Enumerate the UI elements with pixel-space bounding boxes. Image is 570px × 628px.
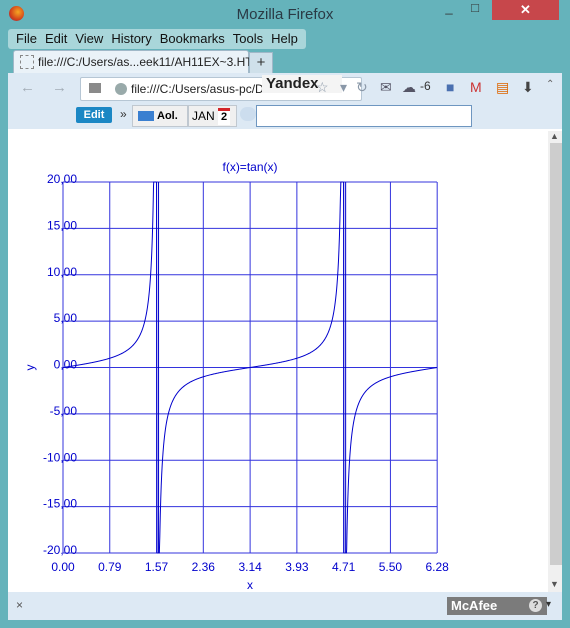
- x-tick-label: 0.79: [98, 560, 122, 574]
- x-tick-label: 3.14: [238, 560, 262, 574]
- url-text[interactable]: file:///C:/Users/asus-pc/D: [131, 82, 264, 96]
- x-tick-label: 2.36: [192, 560, 216, 574]
- new-tab-button[interactable]: +: [249, 52, 273, 74]
- menu-bookmarks[interactable]: Bookmarks: [156, 29, 229, 49]
- menu-view[interactable]: View: [71, 29, 107, 49]
- x-tick-label: 1.57: [145, 560, 169, 574]
- status-dropdown-icon[interactable]: ▾: [546, 599, 551, 610]
- x-tick-label: 3.93: [285, 560, 309, 574]
- menu-help[interactable]: Help: [267, 29, 302, 49]
- tan-chart: 0.00 0.79 1.57 2.36 3.14 3.93 4.71 5.50 6.28 20,0…: [23, 160, 449, 592]
- navigation-bar: ← → file:///C:/Users/asus-pc/D Yandex ☆ …: [8, 73, 562, 103]
- mail-icon[interactable]: ✉: [380, 79, 392, 96]
- page-content: 0.00 0.79 1.57 2.36 3.14 3.93 4.71 5.50 6.28 20,0…: [8, 129, 562, 592]
- x-tick-label: 6.28: [425, 560, 449, 574]
- news-icon[interactable]: ▤: [496, 79, 509, 96]
- facebook-icon[interactable]: ■: [446, 79, 454, 95]
- calendar-day: 2: [218, 108, 231, 126]
- weather-cloud-icon[interactable]: ☁: [402, 79, 416, 96]
- folder-icon: [89, 83, 101, 93]
- minimize-button[interactable]: _: [437, 0, 461, 20]
- calendar-button[interactable]: JAN 2: [188, 105, 237, 127]
- x-axis-label: x: [247, 578, 253, 592]
- vertical-scrollbar[interactable]: ▲ ▼: [548, 131, 562, 592]
- chart-title: f(x)=tan(x): [222, 160, 277, 174]
- more-chevron[interactable]: »: [120, 107, 127, 121]
- yandex-search-engine[interactable]: Yandex: [262, 75, 342, 93]
- gmail-icon[interactable]: M: [470, 79, 482, 95]
- close-button[interactable]: ✕: [492, 0, 559, 20]
- x-tick-label: 4.71: [332, 560, 356, 574]
- y-tick-label: 5,00: [54, 311, 78, 325]
- globe-icon: [115, 83, 127, 95]
- x-tick-label: 5.50: [379, 560, 403, 574]
- dropdown-icon[interactable]: ▾: [340, 79, 347, 96]
- scroll-up-icon[interactable]: ▲: [550, 131, 559, 141]
- y-tick-label: -15,00: [43, 497, 77, 511]
- tab-strip: file:///C:/Users/as...eek11/AH11EX~3.HTM…: [8, 50, 563, 74]
- help-icon[interactable]: ?: [529, 599, 542, 612]
- menu-bar: File Edit View History Bookmarks Tools H…: [8, 29, 306, 49]
- mcafee-button[interactable]: McAfee ?: [447, 597, 547, 615]
- aol-mail-button[interactable]: Aol.: [132, 105, 188, 127]
- y-tick-label: 20,00: [47, 172, 77, 186]
- menu-file[interactable]: File: [12, 29, 41, 49]
- y-tick-label: -10,00: [43, 450, 77, 464]
- collapse-icon[interactable]: ⌃: [546, 79, 554, 90]
- calendar-month: JAN: [192, 109, 215, 123]
- title-bar: Mozilla Firefox _ □ ✕: [0, 0, 570, 30]
- x-tick-label: 0.00: [51, 560, 75, 574]
- envelope-icon: [138, 111, 154, 122]
- y-tick-label: -20,00: [43, 543, 77, 557]
- toolbar-search-input[interactable]: [256, 105, 472, 127]
- y-tick-label: 15,00: [47, 218, 77, 232]
- bookmarks-toolbar: Edit » Aol. JAN 2: [8, 103, 562, 129]
- yandex-label: Yandex: [266, 75, 319, 92]
- page-icon: [20, 55, 34, 69]
- forward-button[interactable]: →: [52, 79, 67, 96]
- close-addon-bar-icon[interactable]: ×: [16, 598, 23, 612]
- weather-temp: -6: [420, 79, 431, 93]
- back-button[interactable]: ←: [20, 79, 35, 96]
- bookmark-star-icon[interactable]: ☆: [316, 79, 329, 96]
- y-tick-label: 10,00: [47, 265, 77, 279]
- y-tick-label: -5,00: [50, 404, 78, 418]
- status-bar: × McAfee ? ▾: [8, 592, 562, 620]
- reload-icon[interactable]: ↻: [356, 79, 368, 96]
- download-icon[interactable]: ⬇: [522, 79, 534, 96]
- scroll-thumb[interactable]: [550, 143, 562, 565]
- tab-active[interactable]: file:///C:/Users/as...eek11/AH11EX~3.HTM: [13, 50, 263, 73]
- scroll-down-icon[interactable]: ▼: [550, 579, 559, 589]
- edit-button[interactable]: Edit: [76, 107, 112, 123]
- menu-tools[interactable]: Tools: [229, 29, 267, 49]
- menu-history[interactable]: History: [107, 29, 155, 49]
- maximize-button[interactable]: □: [462, 0, 488, 20]
- aol-label: Aol.: [157, 110, 178, 122]
- tab-label: file:///C:/Users/as...eek11/AH11EX~3.HTM: [38, 55, 263, 69]
- y-axis-label: y: [23, 365, 37, 371]
- y-tick-label: 0,00: [54, 358, 78, 372]
- menu-edit[interactable]: Edit: [41, 29, 71, 49]
- mcafee-label: McAfee: [451, 598, 498, 613]
- cloud-icon[interactable]: [240, 107, 256, 121]
